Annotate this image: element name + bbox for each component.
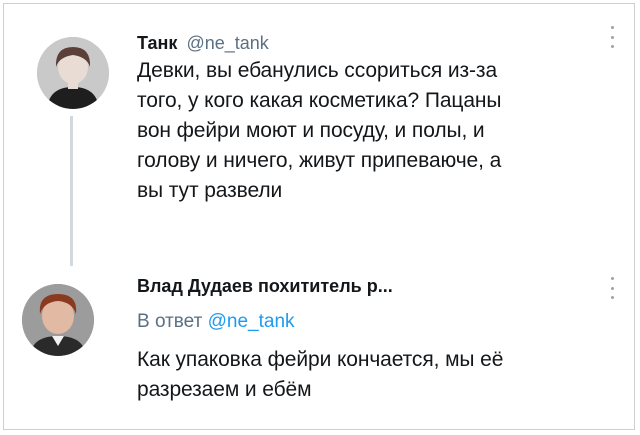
reply-prefix: В ответ [137, 311, 203, 332]
tweet-thread-card: Танк @ne_tank Девки, вы ебанулись ссорит… [3, 3, 635, 430]
user-avatar-woman-icon [37, 37, 109, 109]
tweet-text-line: голову и ничего, живут припеваюче, а [137, 149, 502, 172]
user-avatar-boy-icon [22, 284, 94, 356]
tweet-text-line: Как упаковка фейри кончается, мы её [137, 348, 504, 371]
reply-tweet[interactable]: Влад Дудаев похититель р... В ответ @ne_… [4, 266, 636, 431]
author-row: Влад Дудаев похититель р... [137, 275, 393, 297]
tweet-text-line: вы тут развели [137, 179, 283, 202]
tweet-text: Девки, вы ебанулись ссориться из-за того… [137, 56, 617, 206]
author-handle[interactable]: @ne_tank [186, 33, 268, 53]
author-name[interactable]: Танк [137, 33, 177, 53]
tweet-text-line: того, у кого какая косметика? Пацаны [137, 89, 502, 112]
tweet-text-line: разрезаем и ебём [137, 378, 312, 401]
avatar[interactable] [22, 284, 94, 356]
more-options-icon[interactable] [605, 277, 619, 299]
tweet-text-line: Девки, вы ебанулись ссориться из-за [137, 59, 498, 82]
reply-mention-link[interactable]: @ne_tank [208, 311, 295, 332]
tweet-text: Как упаковка фейри кончается, мы её разр… [137, 345, 617, 405]
avatar[interactable] [37, 37, 109, 109]
reply-to-line: В ответ @ne_tank [137, 311, 295, 333]
author-row: Танк @ne_tank [137, 32, 269, 54]
author-name[interactable]: Влад Дудаев похититель р... [137, 276, 393, 296]
tweet[interactable]: Танк @ne_tank Девки, вы ебанулись ссорит… [4, 4, 636, 254]
more-options-icon[interactable] [605, 26, 619, 48]
tweet-text-line: вон фейри моют и посуду, и полы, и [137, 119, 485, 142]
